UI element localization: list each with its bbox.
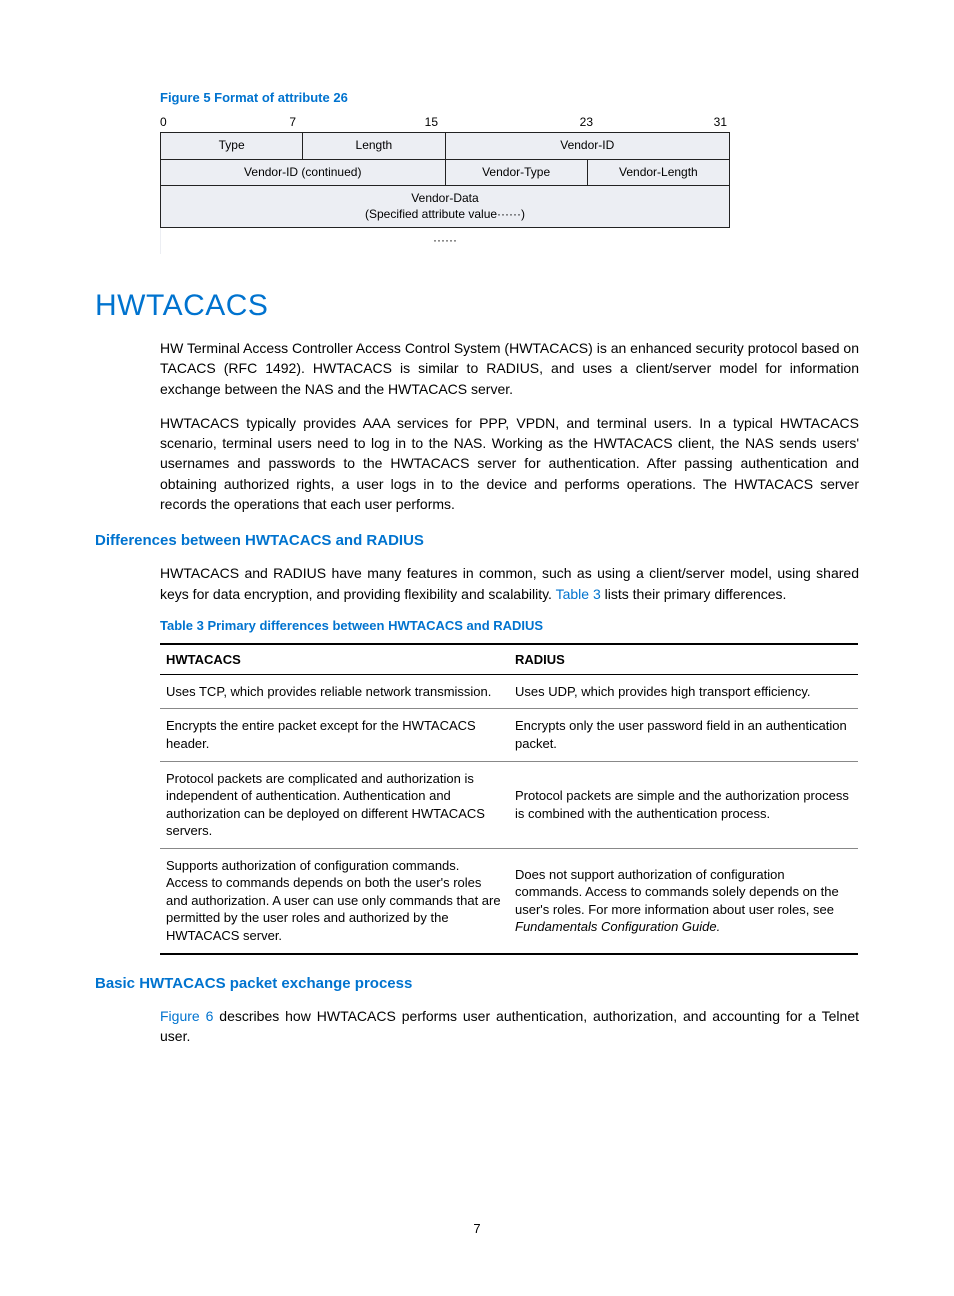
subheading-differences: Differences between HWTACACS and RADIUS bbox=[95, 532, 859, 549]
field-type: Type bbox=[161, 133, 303, 160]
packet-format-table: Type Length Vendor-ID Vendor-ID (continu… bbox=[160, 132, 730, 254]
cell-hwtacacs: Encrypts the entire packet except for th… bbox=[160, 709, 509, 761]
field-vendor-id-continued: Vendor-ID (continued) bbox=[161, 159, 446, 186]
paragraph: HWTACACS typically provides AAA services… bbox=[160, 413, 859, 514]
table-row: Uses TCP, which provides reliable networ… bbox=[160, 674, 858, 709]
field-vendor-type: Vendor-Type bbox=[445, 159, 587, 186]
table-caption: Table 3 Primary differences between HWTA… bbox=[160, 618, 859, 633]
bit-scale: 0 7 15 23 31 bbox=[160, 115, 730, 129]
bit-label: 15 bbox=[296, 115, 438, 129]
page-number: 7 bbox=[0, 1221, 954, 1236]
bit-label: 31 bbox=[593, 115, 727, 129]
cell-radius: Does not support authorization of config… bbox=[509, 848, 858, 953]
text: Does not support authorization of config… bbox=[515, 867, 839, 917]
packet-diagram: 0 7 15 23 31 Type Length Vendor-ID Vendo… bbox=[160, 115, 730, 254]
text-italic: Fundamentals Configuration Guide. bbox=[515, 919, 720, 934]
field-length: Length bbox=[303, 133, 445, 160]
subheading-packet-exchange: Basic HWTACACS packet exchange process bbox=[95, 975, 859, 992]
text: describes how HWTACACS performs user aut… bbox=[160, 1008, 859, 1044]
cell-hwtacacs: Protocol packets are complicated and aut… bbox=[160, 761, 509, 848]
cell-hwtacacs: Supports authorization of configuration … bbox=[160, 848, 509, 953]
table-row: Encrypts the entire packet except for th… bbox=[160, 709, 858, 761]
table-header: HWTACACS bbox=[160, 644, 509, 675]
bit-label: 7 bbox=[166, 115, 296, 129]
field-vendor-id: Vendor-ID bbox=[445, 133, 730, 160]
vendor-data-line1: Vendor-Data bbox=[411, 191, 478, 205]
field-vendor-length: Vendor-Length bbox=[587, 159, 729, 186]
vendor-data-line2: (Specified attribute value······) bbox=[365, 207, 525, 221]
cell-radius: Encrypts only the user password field in… bbox=[509, 709, 858, 761]
text: lists their primary differences. bbox=[601, 586, 787, 602]
table-header: RADIUS bbox=[509, 644, 858, 675]
cell-radius: Uses UDP, which provides high transport … bbox=[509, 674, 858, 709]
cell-hwtacacs: Uses TCP, which provides reliable networ… bbox=[160, 674, 509, 709]
differences-table: HWTACACS RADIUS Uses TCP, which provides… bbox=[160, 643, 858, 955]
document-page: Figure 5 Format of attribute 26 0 7 15 2… bbox=[0, 0, 954, 1296]
section-heading-hwtacacs: HWTACACS bbox=[95, 289, 859, 323]
table-row: Protocol packets are complicated and aut… bbox=[160, 761, 858, 848]
paragraph: HWTACACS and RADIUS have many features i… bbox=[160, 563, 859, 604]
figure-caption: Figure 5 Format of attribute 26 bbox=[160, 90, 859, 105]
cell-radius: Protocol packets are simple and the auth… bbox=[509, 761, 858, 848]
field-dots: ······ bbox=[161, 228, 730, 254]
field-vendor-data: Vendor-Data (Specified attribute value··… bbox=[161, 186, 730, 228]
link-table-3[interactable]: Table 3 bbox=[556, 586, 601, 602]
table-row: Supports authorization of configuration … bbox=[160, 848, 858, 953]
paragraph: Figure 6 describes how HWTACACS performs… bbox=[160, 1006, 859, 1047]
paragraph: HW Terminal Access Controller Access Con… bbox=[160, 338, 859, 399]
bit-label: 23 bbox=[438, 115, 593, 129]
link-figure-6[interactable]: Figure 6 bbox=[160, 1008, 213, 1024]
